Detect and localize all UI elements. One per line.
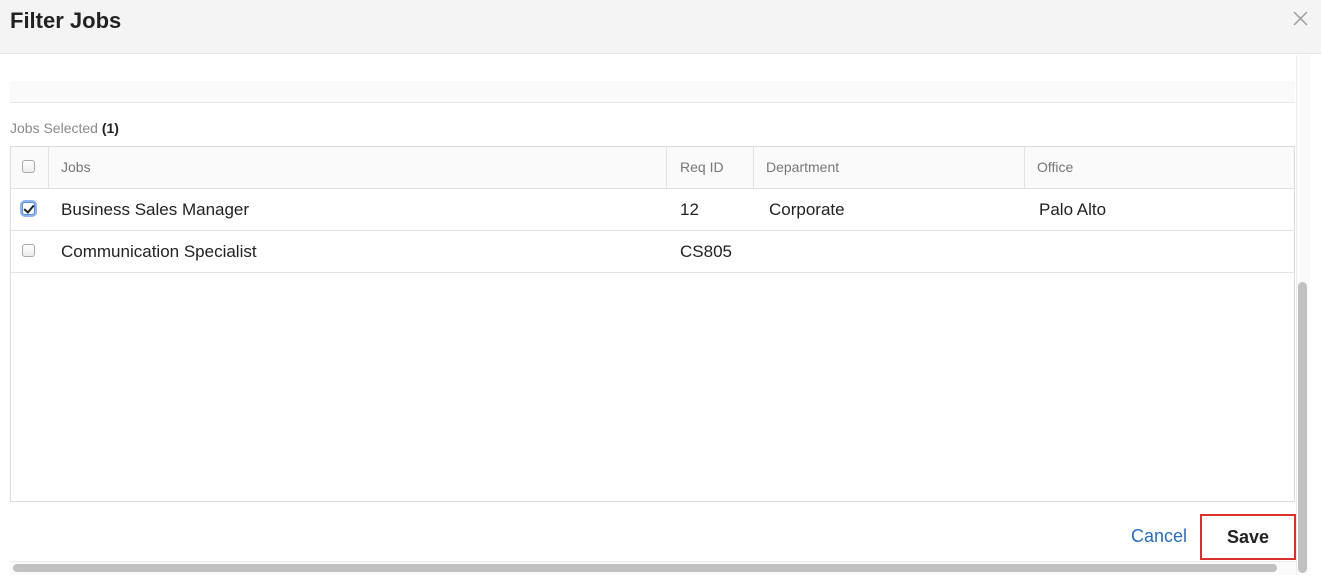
office-cell: Palo Alto [1039, 200, 1107, 219]
dialog-header: Filter Jobs [0, 0, 1321, 54]
column-header-department[interactable]: Department [754, 147, 1025, 188]
dialog-body: Jobs Selected (1) Jobs Req ID Department… [0, 55, 1296, 570]
department-cell: Corporate [769, 200, 845, 219]
req-id-cell: 12 [680, 200, 699, 219]
select-all-checkbox[interactable] [22, 160, 35, 173]
department-cell [754, 231, 1025, 272]
table-row[interactable]: Business Sales Manager 12 Corporate Palo… [11, 189, 1294, 231]
job-title-cell: Communication Specialist [61, 242, 257, 261]
horizontal-scrollbar-thumb[interactable] [13, 564, 1277, 572]
jobs-selected-count: Jobs Selected (1) [10, 120, 119, 136]
jobs-table: Jobs Req ID Department Office Business S… [10, 146, 1295, 502]
filter-area-bottom [10, 81, 1295, 103]
column-header-jobs[interactable]: Jobs [49, 147, 667, 188]
vertical-scrollbar-thumb[interactable] [1298, 282, 1307, 573]
row-select-cell [11, 189, 49, 230]
row-checkbox[interactable] [22, 202, 35, 215]
job-title-cell: Business Sales Manager [61, 200, 250, 219]
dialog-title: Filter Jobs [10, 8, 122, 33]
column-header-office[interactable]: Office [1025, 147, 1294, 188]
jobs-selected-number: (1) [101, 120, 119, 136]
filter-jobs-dialog: Filter Jobs Jobs Selected (1) Jobs Req I… [0, 0, 1321, 582]
column-header-req-id[interactable]: Req ID [667, 147, 754, 188]
close-icon[interactable] [1291, 9, 1311, 29]
table-header-row: Jobs Req ID Department Office [11, 147, 1294, 189]
dialog-footer: Cancel Save [0, 512, 1296, 562]
office-cell [1025, 231, 1294, 272]
save-button[interactable]: Save [1200, 514, 1296, 560]
row-select-cell [11, 231, 49, 272]
table-row[interactable]: Communication Specialist CS805 [11, 231, 1294, 273]
select-all-cell [11, 147, 49, 188]
cancel-button[interactable]: Cancel [1118, 526, 1200, 547]
row-checkbox[interactable] [22, 244, 35, 257]
req-id-cell: CS805 [680, 242, 732, 261]
jobs-selected-label: Jobs Selected [10, 120, 98, 136]
